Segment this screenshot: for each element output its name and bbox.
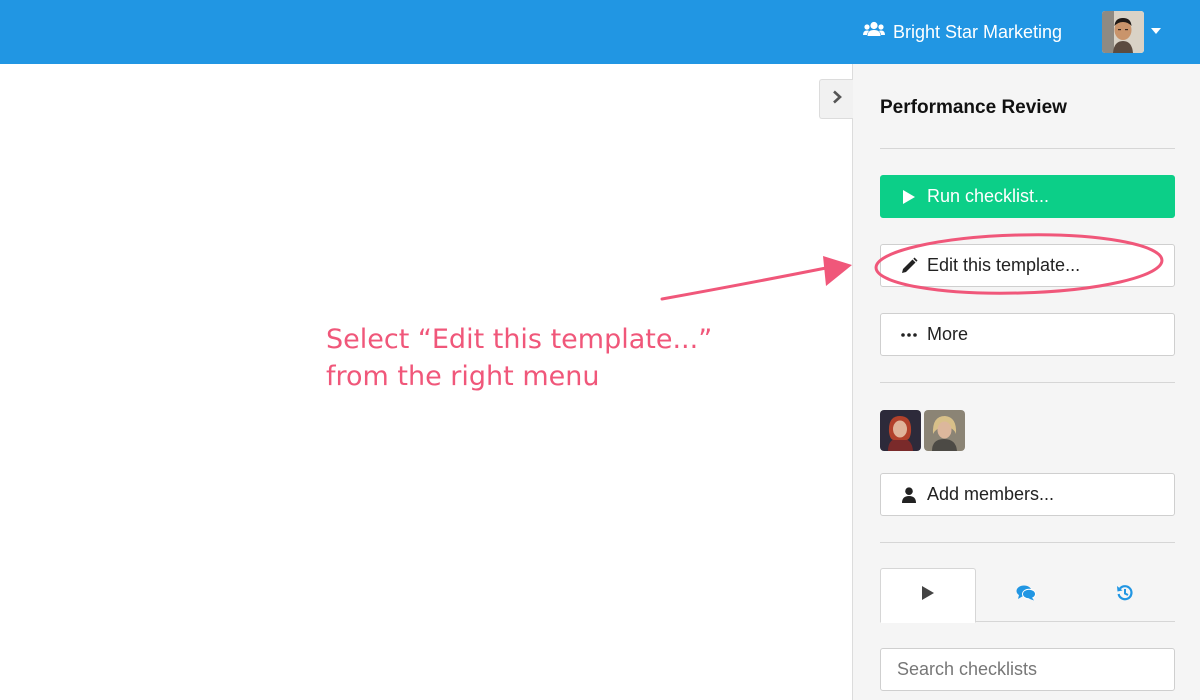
user-icon — [899, 486, 919, 503]
member-avatar[interactable] — [924, 410, 965, 451]
annotation-line-2: from the right menu — [326, 361, 600, 392]
add-members-label: Add members... — [927, 484, 1055, 504]
divider — [880, 382, 1175, 383]
caret-down-icon[interactable] — [1151, 28, 1161, 34]
member-avatars — [880, 410, 965, 451]
top-navigation-bar: Bright Star Marketing — [0, 0, 1200, 64]
chevron-right-icon — [832, 90, 842, 109]
play-icon — [921, 585, 935, 606]
organization-name: Bright Star Marketing — [893, 21, 1063, 42]
add-members-button[interactable]: Add members... — [880, 473, 1175, 516]
search-checklists-input[interactable] — [880, 648, 1175, 691]
pencil-icon — [899, 257, 919, 275]
ellipsis-icon — [899, 332, 919, 337]
right-sidebar: Performance Review Run checklist... Edit… — [852, 64, 1200, 700]
edit-template-label: Edit this template... — [927, 255, 1081, 275]
user-avatar[interactable] — [1102, 11, 1144, 53]
annotation-line-1: Select “Edit this template...” — [326, 324, 713, 355]
sidebar-tabs — [880, 568, 1175, 623]
tab-history[interactable] — [1077, 568, 1173, 622]
history-icon — [1116, 584, 1134, 607]
edit-template-button[interactable]: Edit this template... — [880, 244, 1175, 287]
organization-switcher[interactable]: Bright Star Marketing — [863, 19, 1062, 45]
divider — [880, 148, 1175, 149]
divider — [880, 542, 1175, 543]
tab-comments[interactable] — [978, 568, 1074, 622]
more-label: More — [927, 324, 969, 344]
run-checklist-button[interactable]: Run checklist... — [880, 175, 1175, 218]
users-icon — [863, 21, 893, 44]
collapse-sidebar-button[interactable] — [819, 79, 853, 119]
member-avatar[interactable] — [880, 410, 921, 451]
play-icon — [899, 189, 919, 205]
tab-checklists[interactable] — [880, 568, 976, 623]
more-button[interactable]: More — [880, 313, 1175, 356]
run-checklist-label: Run checklist... — [927, 186, 1050, 206]
annotation-text: Select “Edit this template...” from the … — [326, 321, 712, 395]
comments-icon — [1016, 585, 1036, 606]
template-title: Performance Review — [880, 97, 1067, 118]
